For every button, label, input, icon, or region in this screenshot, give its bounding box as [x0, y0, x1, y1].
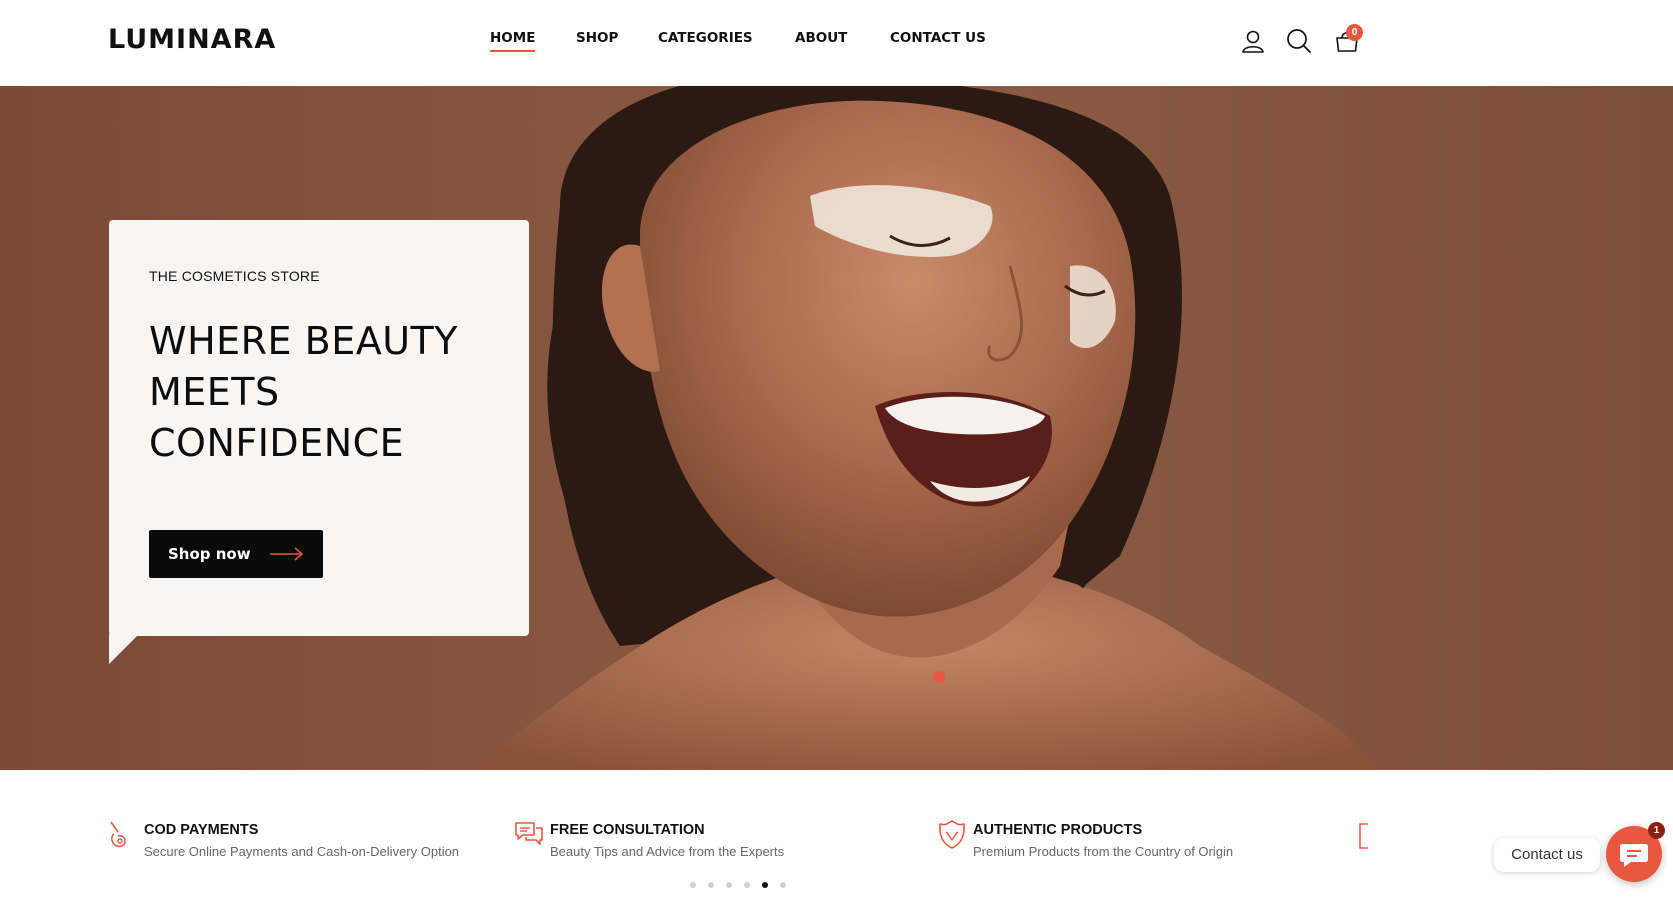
brand-logo[interactable]: LUMINARA	[108, 24, 276, 55]
pager-dot[interactable]	[726, 882, 732, 888]
hero-headline: WHERE BEAUTY MEETS CONFIDENCE	[149, 316, 509, 469]
next-feature-partial-icon	[1359, 823, 1368, 849]
nav-item-contact-us[interactable]: CONTACT US	[890, 30, 986, 52]
nav-item-categories[interactable]: CATEGORIES	[658, 30, 753, 52]
hero-card: THE COSMETICS STORE WHERE BEAUTY MEETS C…	[109, 220, 529, 636]
features-carousel-pager	[690, 882, 786, 888]
pager-dot-active[interactable]	[762, 882, 768, 888]
feature-desc: Secure Online Payments and Cash-on-Deliv…	[144, 844, 460, 859]
site-header: LUMINARA HOME SHOP CATEGORIES ABOUT CONT…	[0, 0, 1673, 86]
features-strip: COD PAYMENTS Secure Online Payments and …	[0, 770, 1673, 904]
hero-headline-line-1: WHERE BEAUTY	[149, 319, 458, 363]
hero-slide-indicator[interactable]	[933, 671, 945, 683]
nav-item-home[interactable]: HOME	[490, 30, 536, 52]
chat-notification-badge: 1	[1648, 822, 1665, 839]
contact-us-label[interactable]: Contact us	[1494, 838, 1600, 872]
feature-title: COD PAYMENTS	[144, 822, 259, 838]
pager-dot[interactable]	[708, 882, 714, 888]
feature-title: FREE CONSULTATION	[550, 822, 705, 838]
shop-now-label: Shop now	[168, 545, 251, 563]
pager-dot[interactable]	[690, 882, 696, 888]
hero-card-tail	[109, 634, 139, 664]
feature-title: AUTHENTIC PRODUCTS	[973, 822, 1143, 838]
search-icon[interactable]	[1284, 26, 1314, 56]
pager-dot[interactable]	[780, 882, 786, 888]
feature-desc: Premium Products from the Country of Ori…	[973, 844, 1234, 859]
cart-count-badge: 0	[1346, 24, 1363, 41]
feature-desc: Beauty Tips and Advice from the Experts	[550, 844, 785, 859]
payment-hand-icon	[110, 821, 126, 848]
nav-item-about[interactable]: ABOUT	[795, 30, 847, 52]
user-icon[interactable]	[1238, 26, 1268, 56]
nav-item-shop[interactable]: SHOP	[576, 30, 618, 52]
hero-banner: THE COSMETICS STORE WHERE BEAUTY MEETS C…	[0, 86, 1673, 770]
hero-headline-line-2: MEETS	[149, 370, 280, 414]
hero-eyebrow: THE COSMETICS STORE	[149, 268, 320, 284]
chat-bubbles-icon	[515, 822, 543, 845]
arrow-right-icon	[270, 547, 304, 561]
shop-now-button[interactable]: Shop now	[149, 530, 323, 578]
pager-dot[interactable]	[744, 882, 750, 888]
hero-headline-line-3: CONFIDENCE	[149, 421, 405, 465]
shield-leaf-icon	[939, 820, 965, 849]
